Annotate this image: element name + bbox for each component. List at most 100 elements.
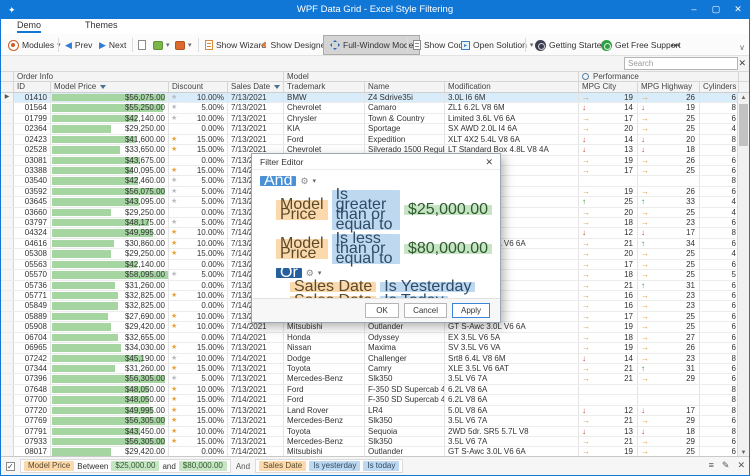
- filter-enabled-checkbox[interactable]: [6, 462, 15, 471]
- table-row[interactable]: 01564$55,250.00★5.00%7/13/2021ChevroletC…: [1, 103, 739, 113]
- maximize-button[interactable]: ▢: [709, 4, 723, 15]
- filter-value-chip[interactable]: $80,000.00: [179, 461, 227, 471]
- root-operator-chip[interactable]: And: [260, 176, 296, 186]
- modules-button[interactable]: Modules▾: [8, 38, 61, 52]
- table-row[interactable]: 01799$42,140.00★10.00%7/13/2021ChryslerT…: [1, 114, 739, 124]
- condition-value-chip[interactable]: $80,000.00: [404, 244, 492, 254]
- condition-operator-chip[interactable]: Is greater than or equal to: [332, 190, 400, 230]
- condition-field-chip[interactable]: Model Price: [276, 200, 328, 220]
- minimize-button[interactable]: –: [687, 4, 701, 14]
- full-window-icon: [330, 40, 340, 50]
- show-code-button[interactable]: Show Code: [413, 38, 468, 52]
- filter-list-icon[interactable]: ≡: [709, 460, 714, 471]
- table-row[interactable]: 02423$41,600.00★15.00%7/13/2021FordExped…: [1, 135, 739, 145]
- column-header-sales-date[interactable]: Sales Date: [228, 82, 284, 92]
- table-row[interactable]: 06965$34,030.00★15.00%7/13/2021NissanMax…: [1, 343, 739, 353]
- column-header-discount[interactable]: Discount: [169, 82, 228, 92]
- getting-started-button[interactable]: Getting Started: [535, 38, 606, 52]
- filter-condition-group-date[interactable]: Sales DateIs yesterdayIs today: [255, 459, 403, 473]
- cell-cylinders: 6: [700, 364, 739, 373]
- filter-funnel-icon[interactable]: [274, 85, 280, 89]
- band-performance[interactable]: Performance: [579, 72, 739, 81]
- table-row[interactable]: 07720$49,995.00★15.00%7/13/2021Land Rove…: [1, 406, 739, 416]
- close-button[interactable]: ✕: [731, 4, 745, 15]
- cell-discount: ★5.00%: [169, 103, 228, 112]
- band-filler[interactable]: [739, 72, 750, 81]
- tab-themes[interactable]: Themes: [85, 20, 118, 30]
- table-row[interactable]: 07344$31,260.00★15.00%7/13/2021ToyotaCam…: [1, 364, 739, 374]
- filter-field-chip[interactable]: Model Price: [24, 461, 74, 471]
- document-button[interactable]: [138, 38, 146, 52]
- scrollbar-thumb[interactable]: [739, 104, 748, 146]
- chevron-down-icon[interactable]: ▾: [318, 269, 322, 277]
- full-window-mode-button[interactable]: Full-Window Mode: [323, 35, 420, 55]
- table-row[interactable]: 07933$56,305.00★15.00%7/13/2021Mercedes-…: [1, 437, 739, 447]
- filter-funnel-icon[interactable]: [100, 85, 106, 89]
- column-header-mpg-city[interactable]: MPG City: [579, 82, 638, 92]
- condition-operator-chip[interactable]: Is Yesterday: [380, 282, 475, 292]
- cancel-button[interactable]: Cancel: [404, 303, 447, 318]
- next-button[interactable]: ▶Next: [99, 38, 126, 52]
- condition-field-chip[interactable]: Sales Date: [290, 282, 376, 292]
- vertical-scrollbar[interactable]: ▲ ▼: [737, 93, 749, 458]
- dialog-close-icon[interactable]: ✕: [485, 154, 493, 170]
- band-model[interactable]: Model: [284, 72, 579, 81]
- close-filter-icon[interactable]: ✕: [737, 460, 745, 471]
- next-icon: ▶: [99, 40, 106, 50]
- tab-demo[interactable]: Demo: [17, 20, 41, 33]
- column-header-cylinders[interactable]: Cylinders: [700, 82, 739, 92]
- table-row[interactable]: 07700$48,050.00★15.00%7/14/2021FordF-350…: [1, 395, 739, 405]
- table-row[interactable]: 06704$32,655.000.00%7/14/2021HondaOdysse…: [1, 333, 739, 343]
- filter-field-chip[interactable]: Sales Date: [259, 461, 306, 471]
- show-designer-button[interactable]: ➤Show Designer: [260, 38, 328, 52]
- chevron-down-icon[interactable]: ▾: [313, 177, 317, 185]
- theme-palette-button[interactable]: ▾: [153, 38, 170, 52]
- table-row[interactable]: 07769$56,305.00★15.00%7/13/2021Mercedes-…: [1, 416, 739, 426]
- scroll-up-icon[interactable]: ▲: [738, 93, 749, 103]
- gear-icon[interactable]: ⚙: [300, 176, 308, 186]
- filter-value-chip[interactable]: $25,000.00: [111, 461, 159, 471]
- column-header-id[interactable]: ID: [14, 82, 51, 92]
- cell-id: 05563: [14, 260, 51, 269]
- price-data-bar: [52, 313, 108, 320]
- ribbon-collapse-icon[interactable]: ∨: [739, 43, 745, 52]
- cell-modification: GT S-Awc 3.0L V6 6A: [445, 322, 579, 331]
- edit-filter-icon[interactable]: ✎: [722, 460, 730, 471]
- theme-palette-button-2[interactable]: ▾: [175, 38, 192, 52]
- mpg-value: 21: [624, 281, 633, 290]
- toolbar-overflow-button[interactable]: •••: [671, 38, 680, 52]
- ok-button[interactable]: OK: [365, 303, 399, 318]
- open-solution-button[interactable]: ▸Open Solution▾: [461, 38, 533, 52]
- table-row[interactable]: 02364$29,250.000.00%7/13/2021KIASportage…: [1, 124, 739, 134]
- group-operator-chip[interactable]: Or: [276, 268, 302, 278]
- search-panel-close-icon[interactable]: ✕: [738, 58, 746, 69]
- show-wizard-button[interactable]: Show Wizard: [205, 38, 266, 52]
- band-order-info[interactable]: Order Info: [14, 72, 284, 81]
- get-free-support-button[interactable]: Get Free Support: [601, 38, 681, 52]
- table-row[interactable]: 07791$43,450.00★10.00%7/14/2021ToyotaSeq…: [1, 427, 739, 437]
- table-row[interactable]: 07242$45,190.00★10.00%7/14/2021DodgeChal…: [1, 354, 739, 364]
- price-data-bar: [52, 250, 111, 257]
- apply-button[interactable]: Apply: [452, 303, 490, 318]
- prev-button[interactable]: ◀Prev: [65, 38, 92, 52]
- filter-condition-group-price[interactable]: Model PriceBetween$25,000.00and$80,000.0…: [20, 459, 231, 473]
- filter-operator-chip[interactable]: Is yesterday: [309, 461, 360, 471]
- condition-operator-chip[interactable]: Is less than or equal to: [332, 234, 400, 264]
- column-header-modification[interactable]: Modification: [445, 82, 579, 92]
- column-header-trademark[interactable]: Trademark: [284, 82, 365, 92]
- filter-operator-chip[interactable]: Is today: [363, 461, 399, 471]
- condition-value-chip[interactable]: $25,000.00: [404, 205, 492, 215]
- column-header-name[interactable]: Name: [365, 82, 445, 92]
- table-row[interactable]: 07648$48,050.00★10.00%7/13/2021FordF-350…: [1, 385, 739, 395]
- condition-field-chip[interactable]: Model Price: [276, 239, 328, 259]
- column-header-row: IDModel PriceDiscountSales DateTrademark…: [1, 82, 750, 93]
- gear-icon[interactable]: ⚙: [306, 268, 314, 278]
- band-indicator[interactable]: [1, 72, 14, 81]
- table-row[interactable]: ▶01410$56,075.00★10.00%7/13/2021BMWZ4 Sd…: [1, 93, 739, 103]
- table-row[interactable]: 07396$56,305.00★5.00%7/13/2021Mercedes-B…: [1, 374, 739, 384]
- table-row[interactable]: 05908$29,420.00★10.00%7/14/2021Mitsubish…: [1, 322, 739, 332]
- cell-mpg-highway: →29: [638, 437, 700, 446]
- column-header-model-price[interactable]: Model Price: [51, 82, 169, 92]
- search-input[interactable]: [624, 57, 738, 70]
- column-header-mpg-highway[interactable]: MPG Highway: [638, 82, 700, 92]
